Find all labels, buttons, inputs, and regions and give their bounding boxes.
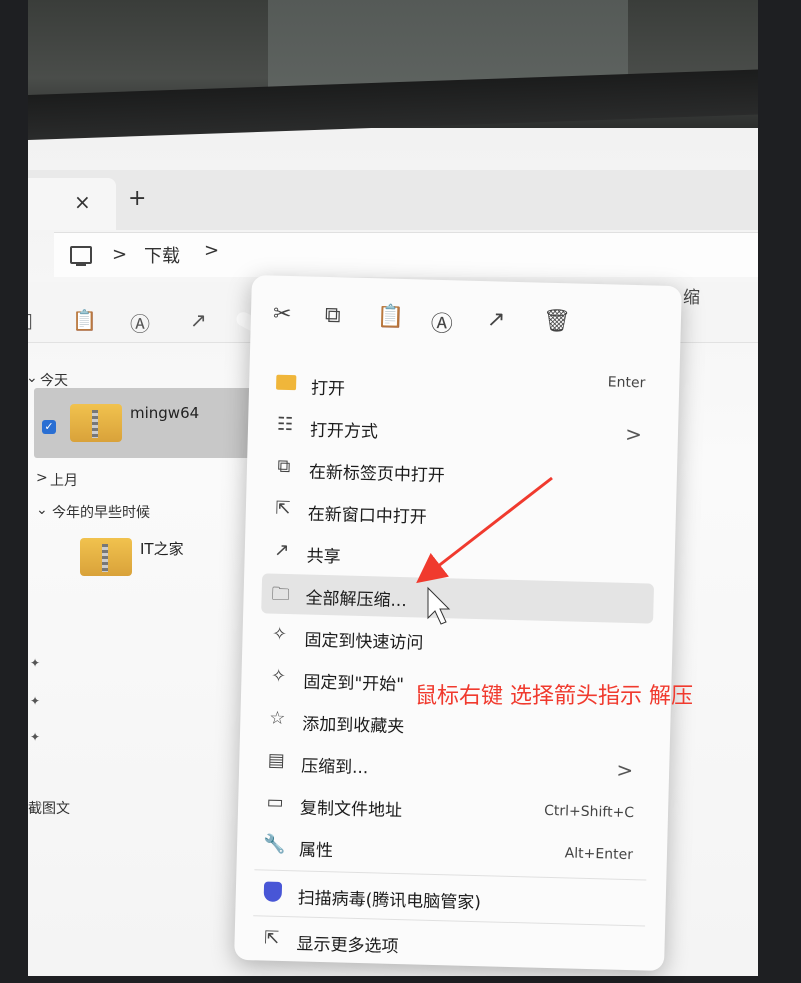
annotation-caption: 鼠标右键 选择箭头指示 解压 [415,684,693,709]
annotation-arrow [416,476,553,584]
annotation-overlay [416,476,553,625]
mouse-cursor-icon [427,586,451,625]
